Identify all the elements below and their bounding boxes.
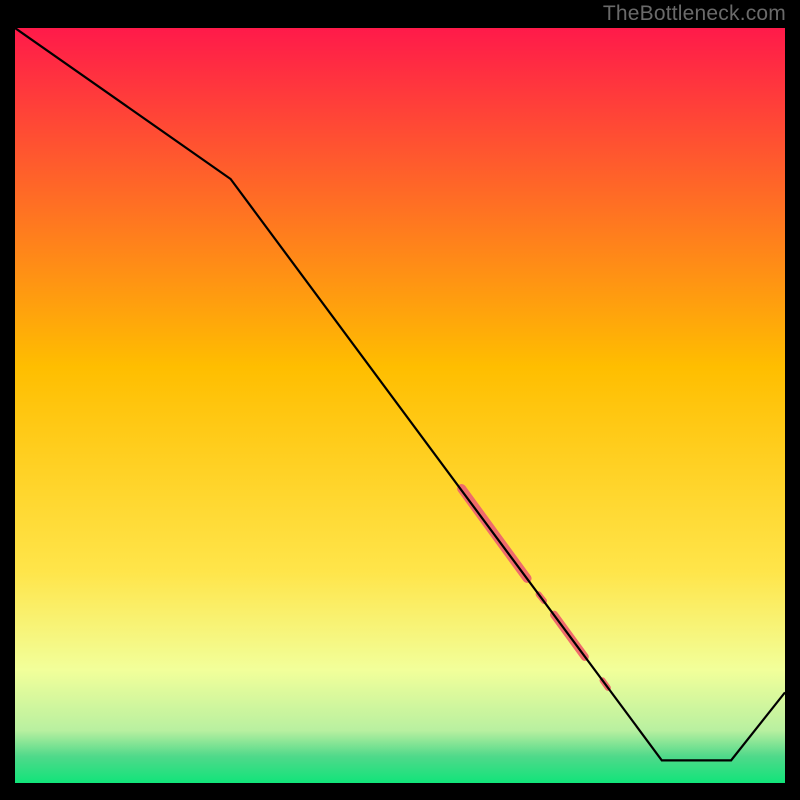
chart-svg	[15, 28, 785, 783]
chart-container: TheBottleneck.com	[0, 0, 800, 800]
attribution-label: TheBottleneck.com	[603, 2, 786, 26]
gradient-background	[15, 28, 785, 783]
plot-area	[15, 28, 785, 783]
